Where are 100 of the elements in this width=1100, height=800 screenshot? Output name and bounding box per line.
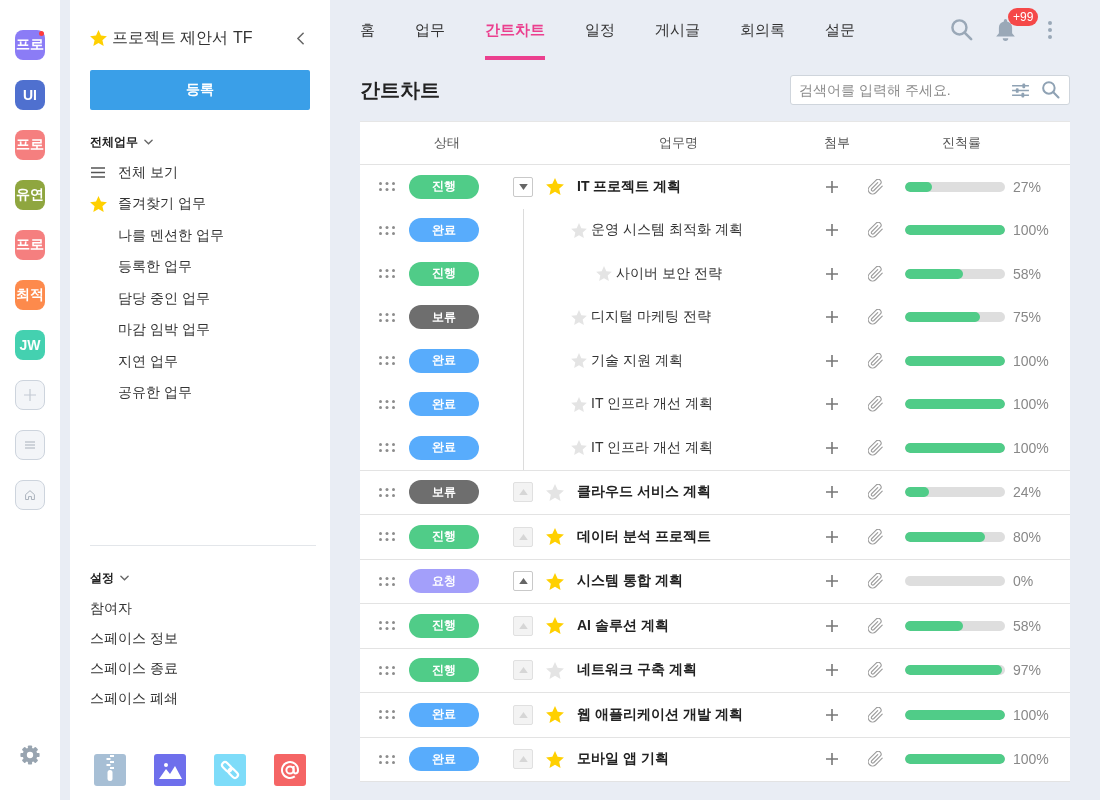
search-field[interactable]: 검색어를 입력해 주세요. — [790, 75, 1070, 105]
attach-button[interactable] — [868, 662, 883, 679]
expand-toggle-button[interactable] — [513, 571, 533, 592]
drag-handle-icon[interactable] — [379, 621, 395, 631]
sidebar-item[interactable]: 스페이스 폐쇄 — [90, 684, 178, 714]
attach-button[interactable] — [868, 528, 883, 545]
star-icon[interactable] — [546, 661, 564, 679]
add-button[interactable] — [826, 224, 838, 237]
add-button[interactable] — [826, 267, 838, 280]
attach-button[interactable] — [868, 265, 883, 282]
attach-button[interactable] — [868, 309, 883, 326]
at-sign-icon[interactable] — [274, 754, 306, 786]
search-icon[interactable] — [1042, 81, 1060, 99]
star-icon[interactable] — [546, 572, 564, 590]
add-button[interactable] — [826, 530, 838, 543]
attach-button[interactable] — [868, 178, 883, 195]
sidebar-item[interactable]: 전체 보기 — [90, 157, 178, 189]
star-icon[interactable] — [596, 266, 612, 282]
tab[interactable]: 일정 — [585, 0, 615, 60]
sidebar-item[interactable]: 나를 멘션한 업무 — [90, 220, 224, 252]
drag-handle-icon[interactable] — [379, 269, 395, 279]
star-icon[interactable] — [571, 222, 587, 238]
add-button[interactable] — [826, 708, 838, 721]
add-button[interactable] — [826, 619, 838, 632]
sidebar-item[interactable]: 지연 업무 — [90, 346, 178, 378]
sidebar-item[interactable]: 즐겨찾기 업무 — [90, 188, 206, 220]
paperclip-icon — [868, 617, 883, 634]
drag-handle-icon[interactable] — [379, 312, 395, 322]
star-icon[interactable] — [571, 396, 587, 412]
drag-handle-icon[interactable] — [379, 182, 395, 192]
add-button[interactable] — [826, 486, 838, 499]
section-toggle[interactable]: 전체업무 — [90, 134, 153, 150]
star-icon[interactable] — [571, 353, 587, 369]
attach-button[interactable] — [868, 439, 883, 456]
drag-handle-icon[interactable] — [379, 532, 395, 542]
status-badge: 진행 — [409, 174, 479, 199]
attach-button[interactable] — [868, 706, 883, 723]
drag-handle-icon[interactable] — [379, 710, 395, 720]
drag-handle-icon[interactable] — [379, 754, 395, 764]
list-button[interactable] — [15, 430, 45, 460]
progress-text: 100% — [1013, 396, 1049, 413]
drag-handle-icon[interactable] — [379, 356, 395, 366]
add-button[interactable] — [826, 398, 838, 411]
add-button[interactable] — [826, 441, 838, 454]
drag-handle-icon[interactable] — [379, 443, 395, 453]
more-button[interactable] — [1048, 21, 1052, 39]
space-button[interactable]: UI — [15, 80, 45, 110]
drag-handle-icon[interactable] — [379, 665, 395, 675]
sidebar-item[interactable]: 마감 임박 업무 — [90, 314, 210, 346]
expand-toggle-button[interactable] — [513, 176, 533, 197]
star-icon[interactable] — [546, 528, 564, 546]
star-icon[interactable] — [546, 483, 564, 501]
link-icon[interactable] — [214, 754, 246, 786]
sidebar-item[interactable]: 담당 중인 업무 — [90, 283, 210, 315]
star-icon[interactable] — [571, 309, 587, 325]
sidebar-item[interactable]: 공유한 업무 — [90, 377, 192, 409]
filter-icon[interactable] — [1012, 83, 1029, 98]
attach-button[interactable] — [868, 573, 883, 590]
drag-handle-icon[interactable] — [379, 399, 395, 409]
add-button[interactable] — [826, 664, 838, 677]
task-name: 모바일 앱 기획 — [577, 750, 669, 769]
sidebar-item[interactable]: 참여자 — [90, 594, 132, 624]
star-icon[interactable] — [546, 617, 564, 635]
star-icon[interactable] — [571, 440, 587, 456]
tab[interactable]: 업무 — [415, 0, 445, 60]
add-button[interactable] — [826, 180, 838, 193]
star-icon[interactable] — [546, 750, 564, 768]
attach-button[interactable] — [868, 751, 883, 768]
add-button[interactable] — [826, 354, 838, 367]
zip-file-icon[interactable] — [94, 754, 126, 786]
section-toggle[interactable]: 설정 — [90, 570, 129, 586]
add-button[interactable] — [826, 753, 838, 766]
sidebar-item[interactable]: 스페이스 정보 — [90, 624, 178, 654]
attach-button[interactable] — [868, 396, 883, 413]
add-button[interactable] — [826, 575, 838, 588]
sidebar-item[interactable]: 스페이스 종료 — [90, 654, 178, 684]
tab[interactable]: 회의록 — [740, 0, 785, 60]
attach-button[interactable] — [868, 617, 883, 634]
drag-handle-icon[interactable] — [379, 225, 395, 235]
add-space-button[interactable] — [15, 380, 45, 410]
tab[interactable]: 설문 — [825, 0, 855, 60]
tab[interactable]: 홈 — [360, 0, 375, 60]
paperclip-icon — [868, 484, 883, 501]
sidebar-item[interactable]: 등록한 업무 — [90, 251, 192, 283]
plus-icon — [826, 530, 838, 543]
tab[interactable]: 게시글 — [655, 0, 700, 60]
drag-handle-icon[interactable] — [379, 576, 395, 586]
star-icon[interactable] — [90, 30, 107, 46]
star-icon[interactable] — [546, 178, 564, 196]
drag-handle-icon[interactable] — [379, 487, 395, 497]
home-button[interactable] — [15, 480, 45, 510]
search-button[interactable] — [951, 19, 973, 41]
attach-button[interactable] — [868, 222, 883, 239]
settings-button[interactable] — [20, 745, 40, 765]
status-badge: 진행 — [409, 261, 479, 286]
image-icon[interactable] — [154, 754, 186, 786]
add-button[interactable] — [826, 311, 838, 324]
star-icon[interactable] — [546, 706, 564, 724]
attach-button[interactable] — [868, 352, 883, 369]
attach-button[interactable] — [868, 484, 883, 501]
